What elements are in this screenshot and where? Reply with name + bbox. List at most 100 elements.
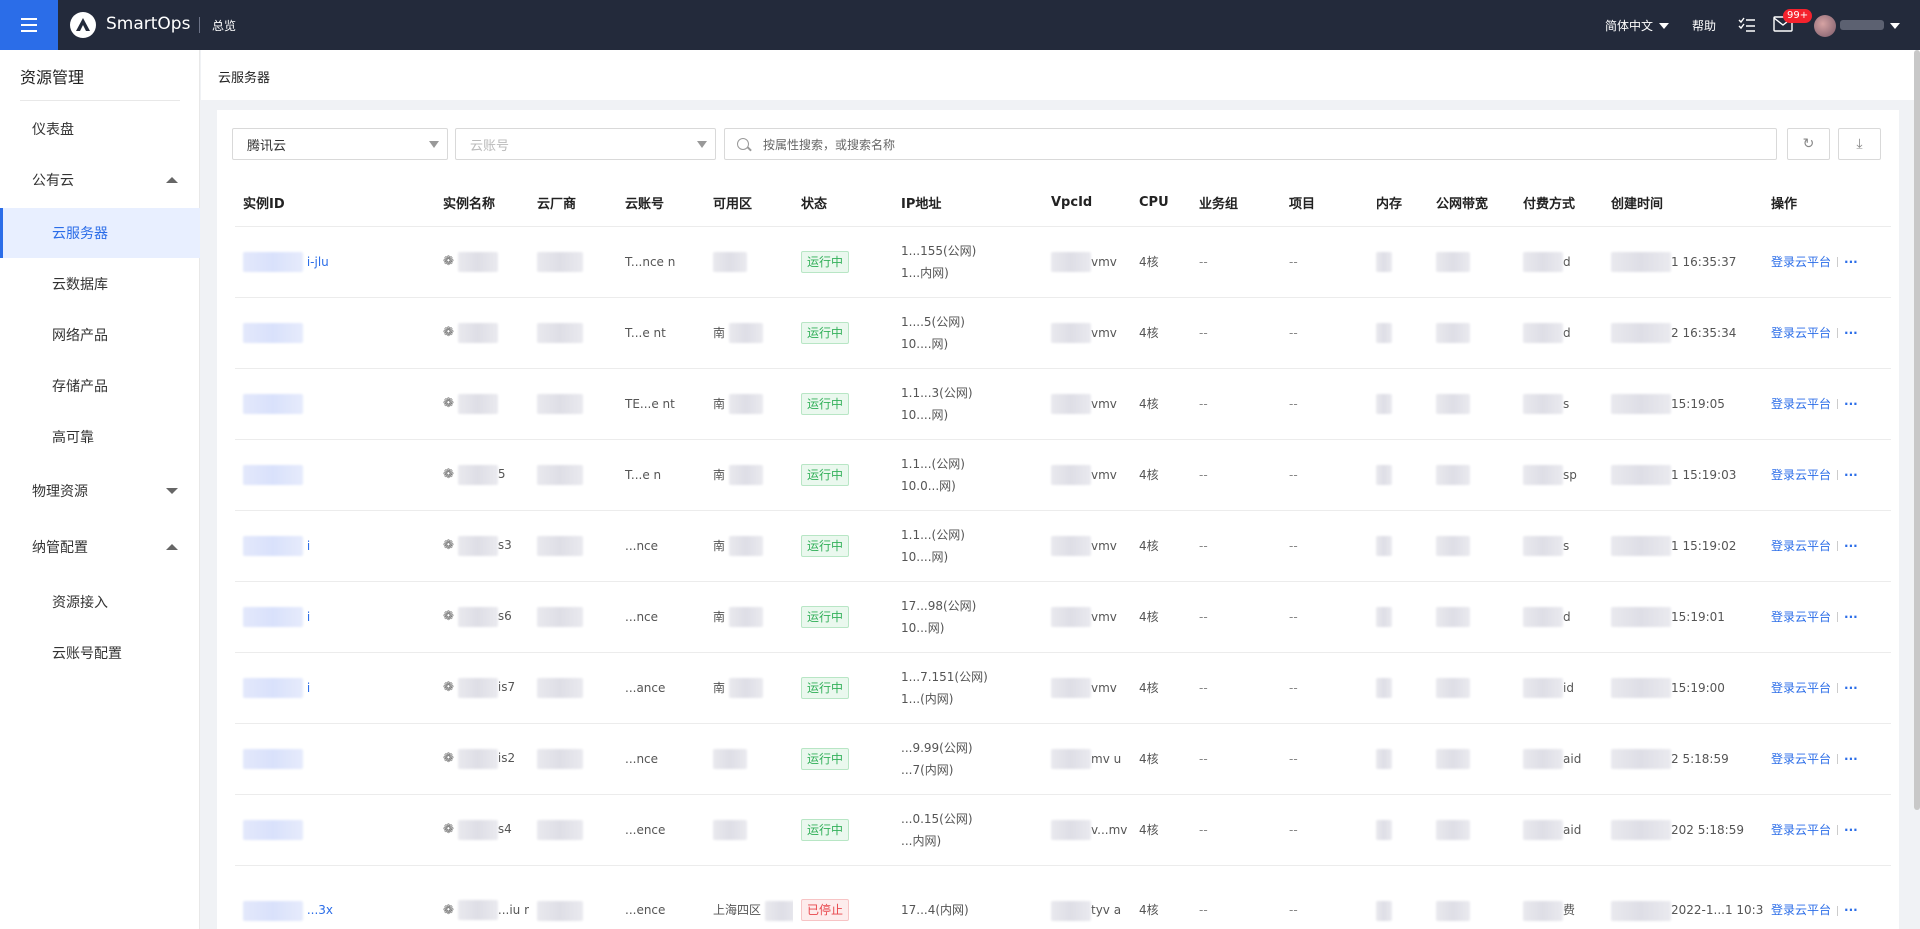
more-actions-icon[interactable]: ··· [1844, 903, 1858, 917]
column-header[interactable]: 业务组 [1191, 180, 1281, 227]
login-cloud-platform-link[interactable]: 登录云平台 [1771, 397, 1831, 411]
instance-id-cell[interactable]: ...3x [235, 865, 435, 929]
column-header[interactable]: IP地址 [893, 180, 1043, 227]
download-button[interactable]: ⤓ [1838, 128, 1881, 160]
column-header[interactable]: 内存 [1368, 180, 1428, 227]
header-divider [199, 17, 200, 33]
more-actions-icon[interactable]: ··· [1844, 752, 1858, 766]
sidebar-item-dashboard[interactable]: 仪表盘 [0, 104, 200, 154]
redacted-block [1051, 252, 1091, 272]
column-header[interactable]: 公网带宽 [1428, 180, 1515, 227]
user-menu-chevron-icon[interactable] [1890, 23, 1900, 29]
login-cloud-platform-link[interactable]: 登录云平台 [1771, 752, 1831, 766]
account-cell: T...e n [617, 439, 705, 511]
sidebar-item-label: 仪表盘 [32, 122, 74, 138]
instance-id-cell[interactable]: i [235, 652, 435, 724]
sidebar-item-cloud-account-config[interactable]: 云账号配置 [0, 628, 200, 678]
sidebar-item-resource-access[interactable]: 资源接入 [0, 577, 200, 627]
more-actions-icon[interactable]: ··· [1844, 468, 1858, 482]
instance-id-link[interactable]: i [307, 539, 310, 553]
instance-id-link[interactable]: i-jlu [307, 255, 329, 269]
task-list-icon[interactable] [1738, 17, 1756, 33]
sidebar-item-cloud-database[interactable]: 云数据库 [0, 259, 200, 309]
table-header-row: 实例ID 实例名称 云厂商 云账号 可用区 状态 IP地址 VpcId CPU … [235, 180, 1891, 227]
user-name-redacted[interactable] [1840, 20, 1884, 30]
sidebar-item-storage-products[interactable]: 存储产品 [0, 361, 200, 411]
instance-id-cell[interactable]: i [235, 581, 435, 653]
actions-cell: 登录云平台 ··· [1763, 794, 1891, 866]
page-scrollbar[interactable] [1914, 50, 1920, 810]
instance-name: ...iu mp...泡 [497, 902, 529, 917]
instance-id-link[interactable]: ...3x [307, 903, 333, 917]
cpu-cell: 4核 [1131, 652, 1191, 724]
language-selector[interactable]: 简体中文 [1605, 17, 1670, 34]
provider-select[interactable]: 腾讯云 [232, 128, 448, 160]
more-actions-icon[interactable]: ··· [1844, 326, 1858, 340]
overview-link[interactable]: 总览 [212, 17, 236, 34]
user-avatar[interactable] [1814, 15, 1836, 37]
zone-value: 上海四区 [713, 903, 762, 917]
more-actions-icon[interactable]: ··· [1844, 681, 1858, 695]
more-actions-icon[interactable]: ··· [1844, 255, 1858, 269]
login-cloud-platform-link[interactable]: 登录云平台 [1771, 610, 1831, 624]
gear-icon: ❁ [443, 822, 454, 837]
project-cell: -- [1281, 652, 1368, 724]
login-cloud-platform-link[interactable]: 登录云平台 [1771, 903, 1831, 917]
public-ip: 1...7.151(公网) [901, 669, 988, 684]
project-value: -- [1289, 680, 1298, 695]
vpc-cell: vmv [1043, 510, 1131, 582]
instance-id-cell[interactable] [235, 439, 435, 511]
column-header[interactable]: 项目 [1281, 180, 1368, 227]
login-cloud-platform-link[interactable]: 登录云平台 [1771, 326, 1831, 340]
more-actions-icon[interactable]: ··· [1844, 539, 1858, 553]
login-cloud-platform-link[interactable]: 登录云平台 [1771, 468, 1831, 482]
redacted-block [1523, 536, 1563, 556]
login-cloud-platform-link[interactable]: 登录云平台 [1771, 255, 1831, 269]
login-cloud-platform-link[interactable]: 登录云平台 [1771, 823, 1831, 837]
vpc-value: vmv [1091, 325, 1117, 340]
actions-cell: 登录云平台 ··· [1763, 439, 1891, 511]
search-icon [737, 138, 749, 150]
project-value: -- [1289, 325, 1298, 340]
help-link[interactable]: 帮助 [1692, 17, 1716, 34]
instance-id-link[interactable]: i [307, 681, 310, 695]
column-header[interactable]: 状态 [793, 180, 893, 227]
payment-cell: s [1515, 510, 1603, 582]
chevron-down-icon [697, 141, 707, 148]
instance-id-link[interactable]: i [307, 610, 310, 624]
sidebar-item-management-config[interactable]: 纳管配置 [0, 522, 200, 572]
sidebar-item-cloud-server[interactable]: 云服务器 [0, 208, 200, 258]
instance-id-cell[interactable]: i-jlu [235, 226, 435, 298]
redacted-block [457, 748, 498, 769]
instance-id-cell[interactable] [235, 297, 435, 369]
instance-id-cell[interactable] [235, 794, 435, 866]
column-header[interactable]: 创建时间 [1603, 180, 1763, 227]
column-header[interactable]: VpcId [1043, 180, 1131, 227]
more-actions-icon[interactable]: ··· [1844, 823, 1858, 837]
search-input[interactable]: 按属性搜索，或搜索名称 [724, 128, 1777, 160]
sidebar-item-high-availability[interactable]: 高可靠 [0, 412, 200, 462]
redacted-block [1051, 465, 1091, 485]
column-header[interactable]: 实例ID [235, 180, 435, 227]
sidebar-item-physical-resources[interactable]: 物理资源 [0, 466, 200, 516]
more-actions-icon[interactable]: ··· [1844, 397, 1858, 411]
redacted-block [537, 323, 583, 343]
cloud-account-select[interactable]: 云账号 [455, 128, 716, 160]
column-header[interactable]: 云账号 [617, 180, 705, 227]
column-header[interactable]: 云厂商 [529, 180, 617, 227]
column-header[interactable]: CPU [1131, 180, 1191, 227]
refresh-button[interactable]: ↻ [1787, 128, 1830, 160]
column-header[interactable]: 实例名称 [435, 180, 529, 227]
column-header[interactable]: 可用区 [705, 180, 793, 227]
hamburger-menu-button[interactable] [0, 0, 58, 50]
more-actions-icon[interactable]: ··· [1844, 610, 1858, 624]
login-cloud-platform-link[interactable]: 登录云平台 [1771, 681, 1831, 695]
login-cloud-platform-link[interactable]: 登录云平台 [1771, 539, 1831, 553]
instance-id-cell[interactable] [235, 723, 435, 795]
column-header[interactable]: 付费方式 [1515, 180, 1603, 227]
instance-id-cell[interactable]: i [235, 510, 435, 582]
sidebar-item-public-cloud[interactable]: 公有云 [0, 155, 200, 205]
instance-id-cell[interactable] [235, 368, 435, 440]
instance-name: 5 [497, 467, 506, 481]
sidebar-item-network-products[interactable]: 网络产品 [0, 310, 200, 360]
